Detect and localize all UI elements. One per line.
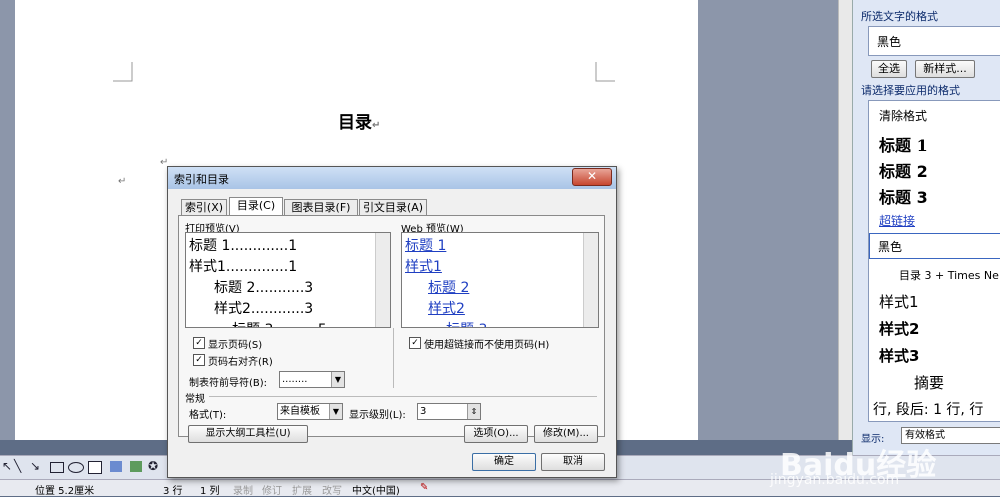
show-page-numbers-checkbox[interactable]: ✓: [193, 337, 205, 349]
clipart-tool-icon[interactable]: [130, 461, 142, 472]
print-preview-line: 样式2............3: [214, 301, 314, 317]
web-preview-link[interactable]: 标题 3: [446, 319, 487, 327]
ok-button[interactable]: 确定: [472, 453, 536, 471]
toc-tab-panel: 打印预览(V) 标题 1.............1 样式1..........…: [178, 215, 605, 437]
document-vertical-scrollbar[interactable]: [838, 0, 853, 440]
web-preview-scrollbar[interactable]: [583, 233, 598, 327]
cancel-button[interactable]: 取消: [541, 453, 605, 471]
style-item-style3[interactable]: 样式3: [879, 345, 919, 366]
print-preview-line: 标题 1.............1: [189, 238, 298, 254]
modify-button[interactable]: 修改(M)...: [534, 425, 598, 443]
textbox-tool-icon[interactable]: [88, 461, 102, 474]
style-item-clear[interactable]: 清除格式: [879, 107, 927, 124]
tab-table-of-figures[interactable]: 图表目录(F): [284, 199, 358, 216]
style-item-heading1[interactable]: 标题 1: [879, 132, 928, 156]
general-section-label: 常规: [185, 394, 205, 405]
formats-select[interactable]: 来自模板 ▼: [277, 403, 343, 420]
options-button[interactable]: 选项(O)...: [464, 425, 528, 443]
show-levels-spinner[interactable]: 3 ⇕: [417, 403, 481, 420]
print-preview-line: 标题 2...........3: [214, 280, 314, 296]
web-preview-link[interactable]: 样式1: [405, 256, 442, 276]
arrow-pointer-icon[interactable]: ↖: [2, 459, 12, 473]
new-style-button[interactable]: 新样式...: [915, 60, 975, 78]
diagram-tool-icon[interactable]: ✪: [148, 459, 158, 473]
wordart-tool-icon[interactable]: [110, 461, 122, 472]
dialog-titlebar[interactable]: 索引和目录 ✕: [168, 167, 616, 189]
style-item-hyperlink[interactable]: 超链接: [879, 212, 915, 229]
margin-corner-top-left: [113, 62, 133, 82]
rectangle-tool-icon[interactable]: [50, 462, 64, 473]
toc-heading-text: 目录: [338, 113, 372, 133]
oval-tool-icon[interactable]: [68, 462, 84, 473]
chevron-down-icon[interactable]: ▼: [329, 404, 342, 419]
tab-table-of-authorities[interactable]: 引文目录(A): [359, 199, 427, 216]
select-all-button[interactable]: 全选: [871, 60, 907, 78]
index-and-tables-dialog: 索引和目录 ✕ 索引(X) 目录(C) 图表目录(F) 引文目录(A) 打印预览…: [167, 166, 617, 478]
style-item-black-label: 黑色: [878, 240, 903, 254]
web-preview-link[interactable]: 样式2: [428, 298, 465, 318]
column-divider: [393, 328, 394, 388]
apply-format-label: 请选择要应用的格式: [861, 84, 960, 97]
show-outline-toolbar-button[interactable]: 显示大纲工具栏(U): [188, 425, 308, 443]
show-levels-value: 3: [420, 406, 427, 417]
style-item-spacing[interactable]: 行, 段后: 1 行, 行: [873, 399, 983, 419]
tab-index[interactable]: 索引(X): [181, 199, 227, 216]
spin-arrows-icon[interactable]: ⇕: [467, 404, 480, 419]
tab-leader-value: ........: [282, 374, 308, 385]
paragraph-mark: ↵: [372, 120, 381, 131]
right-align-checkbox[interactable]: ✓: [193, 354, 205, 366]
formats-value: 来自模板: [280, 406, 320, 417]
style-list[interactable]: 清除格式 标题 1 标题 2 标题 3 超链接 黑色 目录 3 + Times …: [868, 100, 1000, 422]
style-item-toc3[interactable]: 目录 3 + Times Ne: [899, 267, 999, 283]
print-preview-line: 样式1..............1: [189, 259, 298, 275]
print-preview-line: 标题 3..........5: [232, 319, 327, 327]
selected-format-box[interactable]: 黑色: [868, 26, 1000, 56]
tab-toc[interactable]: 目录(C): [229, 197, 283, 217]
tab-leader-label: 制表符前导符(B):: [189, 378, 268, 389]
paragraph-mark: ↵: [118, 176, 127, 187]
print-preview-scrollbar[interactable]: [375, 233, 390, 327]
line-tool-icon[interactable]: ╲: [14, 459, 21, 473]
print-preview-box[interactable]: 标题 1.............1 样式1..............1 标题…: [185, 232, 391, 328]
baidu-watermark-url: jingyan.baidu.com: [770, 472, 900, 488]
selected-format-value: 黑色: [877, 35, 902, 49]
dialog-title: 索引和目录: [174, 173, 229, 186]
chevron-down-icon[interactable]: ▼: [331, 372, 344, 387]
web-preview-link[interactable]: 标题 2: [428, 277, 469, 297]
right-align-label: 页码右对齐(R): [208, 357, 273, 368]
formats-label: 格式(T):: [189, 410, 227, 421]
general-divider: [209, 396, 597, 397]
tab-leader-select[interactable]: ........ ▼: [279, 371, 345, 388]
margin-corner-top-right: [595, 62, 615, 82]
style-item-abstract[interactable]: 摘要: [914, 372, 944, 393]
close-icon[interactable]: ✕: [572, 168, 612, 186]
arrow-tool-icon[interactable]: ↘: [30, 459, 40, 473]
use-hyperlinks-checkbox[interactable]: ✓: [409, 337, 421, 349]
style-item-style2[interactable]: 样式2: [879, 318, 919, 339]
style-item-heading3[interactable]: 标题 3: [879, 184, 928, 208]
style-item-black-selected[interactable]: 黑色: [869, 233, 1000, 259]
styles-task-pane: 所选文字的格式 黑色 全选 新样式... 请选择要应用的格式 清除格式 标题 1…: [852, 0, 1000, 455]
web-preview-link[interactable]: 标题 1: [405, 235, 446, 255]
show-page-numbers-label: 显示页码(S): [208, 340, 263, 351]
spelling-status-icon[interactable]: ✎: [420, 482, 428, 493]
web-preview-box[interactable]: 标题 1 样式1 标题 2 样式2 标题 3: [401, 232, 599, 328]
selected-format-label: 所选文字的格式: [861, 10, 938, 23]
style-item-style1[interactable]: 样式1: [879, 291, 919, 312]
toc-heading: 目录↵: [338, 108, 380, 133]
show-levels-label: 显示级别(L):: [349, 410, 406, 421]
use-hyperlinks-label: 使用超链接而不使用页码(H): [424, 340, 550, 351]
style-item-heading2[interactable]: 标题 2: [879, 158, 928, 182]
